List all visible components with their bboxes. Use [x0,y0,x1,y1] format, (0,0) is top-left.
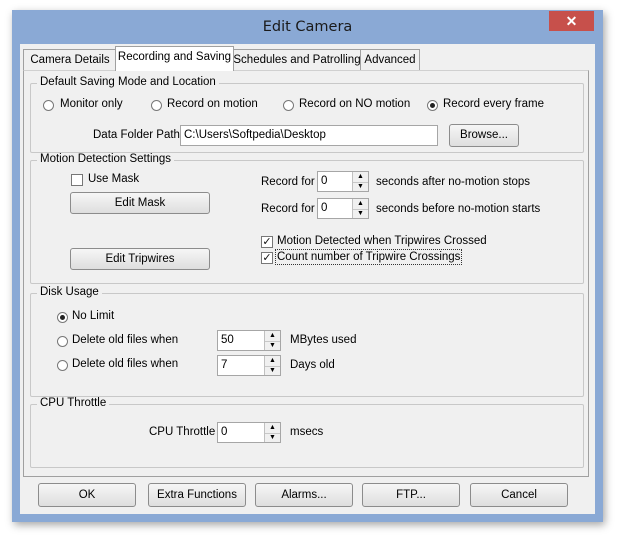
browse-button[interactable]: Browse... [449,124,519,147]
mbytes-suffix: MBytes used [290,334,357,346]
cpu-throttle-suffix: msecs [290,426,324,438]
alarms-button[interactable]: Alarms... [255,483,353,507]
dialog-button-bar: OK Extra Functions Alarms... FTP... Canc… [23,481,587,513]
extra-functions-button[interactable]: Extra Functions [148,483,246,507]
check-icon: ✓ [262,236,272,248]
use-mask-checkbox[interactable] [71,174,83,186]
radio-monitor-only-label[interactable]: Monitor only [60,98,123,110]
days-input[interactable]: 7 ▲ ▼ [217,355,281,376]
edit-tripwires-button[interactable]: Edit Tripwires [70,248,210,270]
days-spinner[interactable]: ▲ ▼ [264,356,280,375]
cpu-throttle-spinner[interactable]: ▲ ▼ [264,423,280,442]
before-seconds-suffix: seconds before no-motion starts [376,203,541,215]
after-seconds-spinner[interactable]: ▲ ▼ [352,172,368,191]
days-suffix: Days old [290,359,335,371]
radio-no-limit-label[interactable]: No Limit [72,310,114,322]
data-folder-path-input[interactable]: C:\Users\Softpedia\Desktop [180,125,438,146]
window-title: Edit Camera [262,19,353,35]
radio-record-on-motion[interactable] [151,100,162,111]
disk-usage-group: Disk Usage No Limit Delete old files whe… [30,286,584,397]
ftp-button[interactable]: FTP... [362,483,460,507]
radio-delete-by-age[interactable] [57,360,68,371]
default-saving-group: Default Saving Mode and Location Monitor… [30,76,584,153]
radio-record-every-frame-label[interactable]: Record every frame [443,98,544,110]
mbytes-value: 50 [221,334,234,346]
spin-down-icon[interactable]: ▼ [265,433,280,443]
spin-down-icon[interactable]: ▼ [265,341,280,351]
radio-record-every-frame[interactable] [427,100,438,111]
dialog-window: Edit Camera ✕ Camera Details Recording a… [12,10,603,522]
tab-camera-details[interactable]: Camera Details [23,49,117,70]
motion-detection-group: Motion Detection Settings Use Mask Edit … [30,153,584,284]
tab-recording-and-saving[interactable]: Recording and Saving [115,46,234,71]
data-folder-path-label: Data Folder Path [93,129,180,141]
spin-down-icon[interactable]: ▼ [353,182,368,192]
radio-delete-by-size-label[interactable]: Delete old files when [72,334,178,346]
after-seconds-suffix: seconds after no-motion stops [376,176,531,188]
before-seconds-spinner[interactable]: ▲ ▼ [352,199,368,218]
radio-record-on-motion-label[interactable]: Record on motion [167,98,258,110]
record-for-before-label: Record for [261,203,315,215]
tab-schedules-and-patrolling[interactable]: Schedules and Patrolling [232,49,362,70]
tab-advanced[interactable]: Advanced [360,49,420,70]
after-seconds-input[interactable]: 0 ▲ ▼ [317,171,369,192]
cpu-throttle-value: 0 [221,426,228,438]
tripwire-crossed-label[interactable]: Motion Detected when Tripwires Crossed [277,235,487,247]
cpu-throttle-input[interactable]: 0 ▲ ▼ [217,422,281,443]
cpu-throttle-group: CPU Throttle CPU Throttle 0 ▲ ▼ msecs [30,397,584,468]
before-seconds-input[interactable]: 0 ▲ ▼ [317,198,369,219]
cancel-button[interactable]: Cancel [470,483,568,507]
mbytes-input[interactable]: 50 ▲ ▼ [217,330,281,351]
ok-button[interactable]: OK [38,483,136,507]
radio-record-on-no-motion[interactable] [283,100,294,111]
after-seconds-value: 0 [321,175,328,187]
count-crossings-checkbox[interactable]: ✓ [261,252,273,264]
mbytes-spinner[interactable]: ▲ ▼ [264,331,280,350]
title-bar[interactable]: Edit Camera ✕ [12,10,603,44]
count-crossings-label[interactable]: Count number of Tripwire Crossings [274,249,463,265]
record-for-after-label: Record for [261,176,315,188]
spin-down-icon[interactable]: ▼ [353,209,368,219]
radio-record-on-no-motion-label[interactable]: Record on NO motion [299,98,410,110]
spin-down-icon[interactable]: ▼ [265,366,280,376]
days-value: 7 [221,359,228,371]
default-saving-legend: Default Saving Mode and Location [37,76,219,88]
check-icon: ✓ [262,252,272,264]
radio-monitor-only[interactable] [43,100,54,111]
motion-detection-legend: Motion Detection Settings [37,153,175,165]
radio-no-limit[interactable] [57,312,68,323]
cpu-throttle-label: CPU Throttle [149,426,216,438]
dialog-client: Camera Details Recording and Saving Sche… [20,44,595,514]
radio-delete-by-size[interactable] [57,336,68,347]
close-icon: ✕ [565,13,578,29]
radio-delete-by-age-label[interactable]: Delete old files when [72,358,178,370]
use-mask-label[interactable]: Use Mask [88,173,139,185]
close-button[interactable]: ✕ [549,11,594,31]
tab-panel: Default Saving Mode and Location Monitor… [23,70,589,477]
edit-mask-button[interactable]: Edit Mask [70,192,210,214]
cpu-throttle-legend: CPU Throttle [37,397,110,409]
tripwire-crossed-checkbox[interactable]: ✓ [261,236,273,248]
disk-usage-legend: Disk Usage [37,286,102,298]
before-seconds-value: 0 [321,202,328,214]
